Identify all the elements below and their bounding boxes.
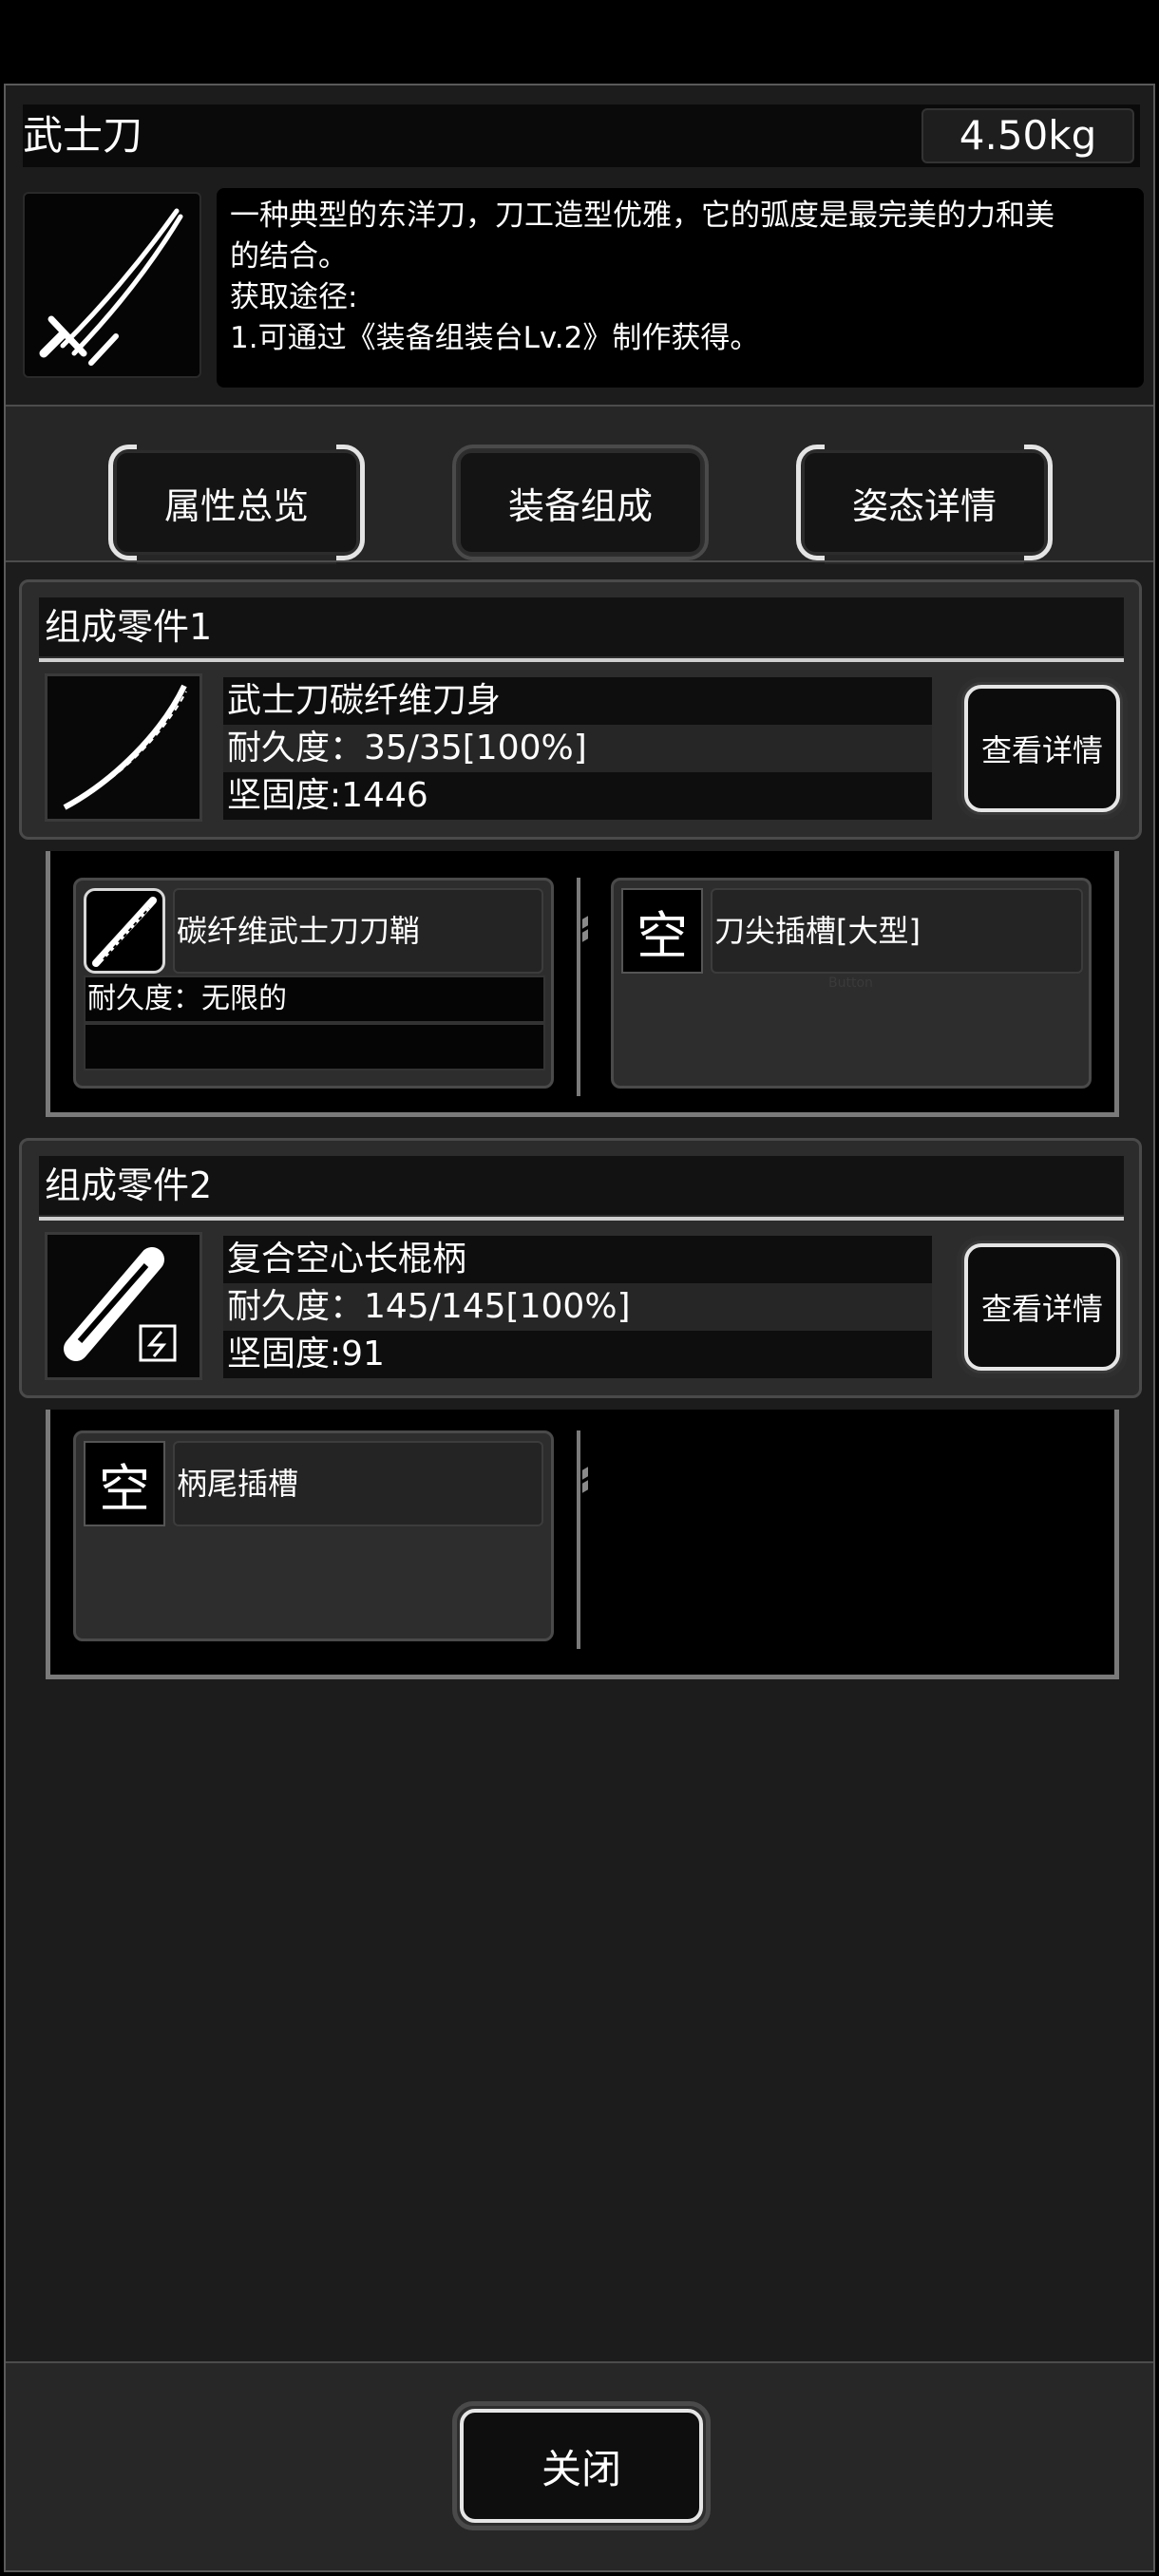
part-2-slots: 空 柄尾插槽: [46, 1410, 1119, 1679]
katana-icon: [23, 192, 201, 378]
part-hardness: 坚固度:91: [223, 1331, 932, 1378]
handle-icon: [45, 1232, 202, 1380]
footer-bar: 关闭: [6, 2363, 1153, 2570]
empty-slot-icon: 空: [84, 1441, 165, 1526]
button-label: 关闭: [460, 2409, 703, 2523]
view-details-button[interactable]: 查看详情: [957, 1236, 1128, 1378]
title-underline: [39, 658, 1124, 662]
ghost-label: Button: [828, 975, 873, 991]
part-name: 武士刀碳纤维刀身: [223, 677, 932, 725]
button-label: 查看详情: [964, 1243, 1120, 1371]
tab-stance-details[interactable]: 姿态详情: [796, 441, 1053, 564]
component-part-1: 组成零件1 武士刀碳纤维刀身 耐久度：35/35[100%] 坚固度:1446 …: [19, 579, 1142, 840]
item-name: 武士刀: [23, 112, 143, 159]
tab-label: 属性总览: [114, 450, 359, 555]
close-button[interactable]: 关闭: [452, 2401, 711, 2530]
divider-mark: [582, 1467, 588, 1480]
slot-divider: [577, 878, 580, 1096]
blade-icon: [45, 673, 202, 822]
slot-scabbard[interactable]: 碳纤维武士刀刀鞘 耐久度：无限的: [73, 878, 554, 1089]
divider-mark: [582, 1480, 588, 1493]
part-durability: 耐久度：145/145[100%]: [223, 1283, 932, 1331]
part-name: 复合空心长棍柄: [223, 1236, 932, 1283]
tab-label: 姿态详情: [802, 450, 1047, 555]
part-title: 组成零件2: [39, 1156, 1124, 1215]
slot-handle-end[interactable]: 空 柄尾插槽: [73, 1430, 554, 1641]
view-details-button[interactable]: 查看详情: [957, 677, 1128, 820]
part-hardness: 坚固度:1446: [223, 772, 932, 820]
divider: [6, 560, 1153, 562]
description-line: 1.可通过《装备组装台Lv.2》制作获得。: [230, 321, 760, 355]
item-description: 一种典型的东洋刀，刀工造型优雅，它的弧度是最完美的力和美 的结合。 获取途径: …: [217, 188, 1144, 388]
component-part-2: 组成零件2 复合空心长棍柄 耐久度：145/145[100%] 坚固度:91 查…: [19, 1138, 1142, 1398]
slot-name: 柄尾插槽: [173, 1441, 543, 1526]
item-detail-panel: 武士刀 4.50kg 一种典型的东洋刀，刀工造型优雅，它的弧度是最完美的力和美 …: [4, 84, 1155, 2572]
tab-attribute-overview[interactable]: 属性总览: [108, 441, 365, 564]
description-line: 一种典型的东洋刀，刀工造型优雅，它的弧度是最完美的力和美: [230, 199, 1054, 233]
slot-item-name: 碳纤维武士刀刀鞘: [173, 888, 543, 974]
part-title: 组成零件1: [39, 597, 1124, 656]
item-header: 武士刀 4.50kg: [23, 104, 1140, 167]
button-label: 查看详情: [964, 685, 1120, 812]
item-weight: 4.50kg: [922, 108, 1134, 163]
tab-bar: 属性总览 装备组成 姿态详情: [6, 407, 1153, 564]
slot-name: 刀尖插槽[大型]: [711, 888, 1083, 974]
divider-mark: [582, 916, 588, 929]
slot-blade-tip[interactable]: 空 刀尖插槽[大型] Button: [611, 878, 1092, 1089]
slot-durability: 耐久度：无限的: [84, 975, 545, 1023]
tab-label: 装备组成: [458, 450, 703, 555]
empty-slot-icon: 空: [621, 888, 703, 974]
part-durability: 耐久度：35/35[100%]: [223, 725, 932, 772]
title-underline: [39, 1217, 1124, 1221]
description-line: 的结合。: [230, 239, 348, 274]
description-line: 获取途径:: [230, 280, 358, 314]
part-1-slots: 碳纤维武士刀刀鞘 耐久度：无限的 空 刀尖插槽[大型] Button: [46, 851, 1119, 1117]
scabbard-icon: [84, 888, 165, 974]
divider-mark: [582, 929, 588, 942]
slot-divider: [577, 1430, 580, 1649]
slot-info-row: [84, 1023, 545, 1070]
tab-equipment-composition[interactable]: 装备组成: [452, 445, 709, 560]
